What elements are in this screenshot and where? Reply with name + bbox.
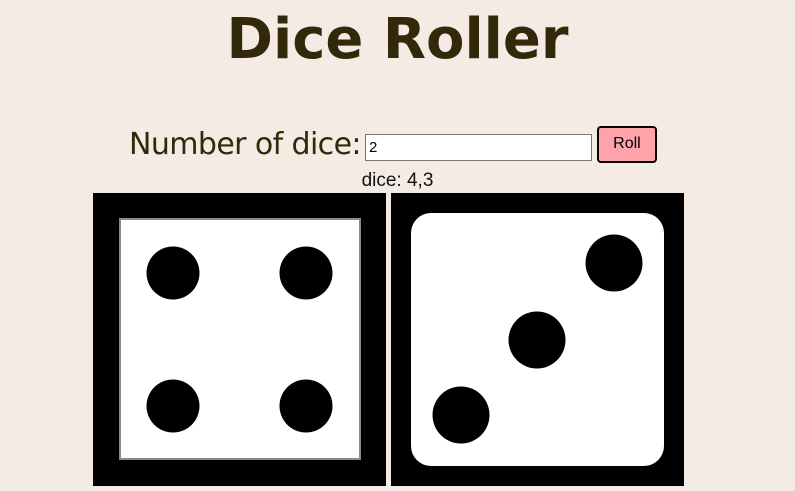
page-title: Dice Roller (226, 7, 569, 72)
die-2-pip (508, 311, 566, 369)
number-of-dice-label: Number of dice: (129, 126, 362, 162)
die-1-pip (279, 246, 333, 300)
die-2 (391, 193, 684, 486)
die-1-pip (146, 246, 200, 300)
die-1-pip (279, 379, 333, 433)
die-1-pip (146, 379, 200, 433)
die-2-pip (432, 386, 490, 444)
die-1-face-graphic (119, 218, 361, 460)
roll-button[interactable]: Roll (596, 125, 657, 163)
die-2-pip (585, 234, 643, 292)
die-1 (93, 193, 386, 486)
number-of-dice-input[interactable] (364, 133, 592, 161)
die-2-face-graphic (411, 213, 664, 466)
dice-result-text: dice: 4,3 (361, 170, 434, 191)
dice-controls: Number of dice: Roll (129, 122, 657, 166)
